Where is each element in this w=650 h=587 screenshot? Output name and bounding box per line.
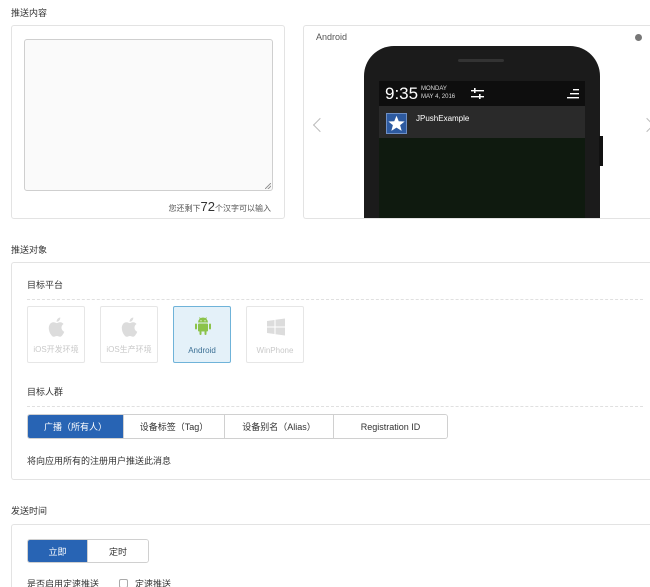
phone-status-bar: 9:35 MONDAY MAY 4, 2016: [379, 81, 585, 106]
notification-sort-icon: [567, 89, 579, 99]
tab-tag[interactable]: 设备标签（Tag）: [124, 415, 225, 438]
phone-date-full: MAY 4, 2016: [421, 94, 456, 100]
speed-push-checkbox[interactable]: [119, 579, 129, 587]
apple-icon: [48, 317, 65, 337]
app-star-icon: [386, 113, 407, 134]
phone-screen: [379, 138, 585, 218]
phone-app-name: JPushExample: [416, 114, 470, 123]
phone-date-day: MONDAY: [421, 86, 447, 92]
speed-push-question: 是否启用定速推送: [27, 579, 100, 587]
phone-speaker: [458, 59, 504, 62]
apple-icon: [121, 317, 138, 337]
platform-android[interactable]: Android: [173, 306, 231, 363]
preview-title: Android: [316, 32, 348, 42]
platform-winphone[interactable]: WinPhone: [246, 306, 304, 363]
platform-label: 目标平台: [27, 280, 64, 290]
time-tabs: 立即 定时: [27, 539, 149, 563]
preview-indicator-dot[interactable]: [635, 34, 642, 41]
char-count: 您还剩下72个汉字可以输入: [169, 199, 271, 214]
phone-notification: JPushExample: [379, 106, 585, 138]
platform-android-label: Android: [188, 346, 216, 355]
target-note: 将向应用所有的注册用户推送此消息: [27, 456, 172, 466]
tab-immediate[interactable]: 立即: [28, 540, 88, 562]
phone-clock: 9:35: [385, 84, 419, 103]
speed-push-checkbox-label[interactable]: 定速推送: [135, 579, 171, 587]
platform-ios-prod[interactable]: iOS生产环境: [100, 306, 158, 363]
platform-winphone-label: WinPhone: [256, 346, 294, 355]
windows-icon: [267, 318, 285, 336]
settings-tune-icon: [471, 88, 484, 99]
tab-broadcast[interactable]: 广播（所有人）: [28, 415, 124, 438]
phone-side-button: [599, 136, 603, 166]
audience-label: 目标人群: [27, 387, 64, 397]
char-count-number: 72: [200, 199, 215, 214]
audience-tabs: 广播（所有人） 设备标签（Tag） 设备别名（Alias） Registrati…: [27, 414, 448, 439]
preview-next-arrow-icon[interactable]: [639, 117, 650, 133]
android-icon: [195, 317, 211, 335]
content-textarea[interactable]: [24, 39, 273, 191]
platform-ios-dev-label: iOS开发环境: [33, 345, 79, 354]
tab-scheduled[interactable]: 定时: [88, 540, 148, 562]
audience-divider: [27, 406, 643, 407]
target-panel: 目标平台 iOS开发环境 iOS生产环境 Android WinPhone 目标…: [11, 262, 650, 480]
content-section-title: 推送内容: [11, 8, 48, 18]
char-count-prefix: 您还剩下: [168, 204, 201, 213]
char-count-suffix: 个汉字可以输入: [215, 204, 271, 213]
time-section-title: 发送时间: [11, 506, 48, 516]
tab-alias[interactable]: 设备别名（Alias）: [225, 415, 334, 438]
speed-push-row: 是否启用定速推送 定速推送: [27, 577, 171, 587]
preview-panel: Android 9:35 MONDAY MAY 4, 2016 JPushExa…: [303, 25, 650, 219]
platform-ios-prod-label: iOS生产环境: [106, 345, 152, 354]
time-panel: 立即 定时 是否启用定速推送 定速推送: [11, 524, 650, 587]
resize-grip-icon[interactable]: [265, 183, 271, 189]
preview-prev-arrow-icon[interactable]: [312, 117, 328, 133]
platform-divider: [27, 299, 643, 300]
tab-registration-id[interactable]: Registration ID: [334, 415, 447, 438]
target-section-title: 推送对象: [11, 245, 48, 255]
content-panel: 您还剩下72个汉字可以输入: [11, 25, 285, 219]
platform-ios-dev[interactable]: iOS开发环境: [27, 306, 85, 363]
